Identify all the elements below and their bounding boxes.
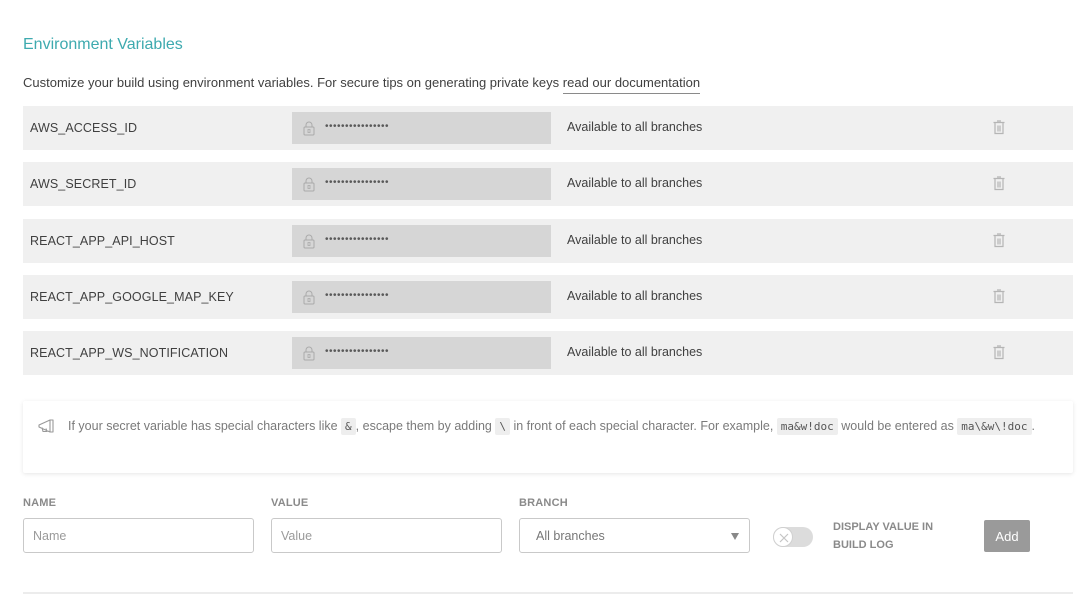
documentation-link[interactable]: read our documentation [562, 75, 701, 94]
env-var-branch: Available to all branches [567, 120, 703, 134]
masked-value: •••••••••••••••• [325, 289, 390, 301]
notice-text-part: , escape them by adding [355, 419, 496, 433]
env-var-name: AWS_SECRET_ID [30, 177, 137, 192]
notice-text-part: in front of each special character. For … [509, 419, 777, 433]
env-var-branch: Available to all branches [567, 232, 703, 247]
description-text: Customize your build using environment v… [23, 75, 563, 90]
section-description: Customize your build using environment v… [23, 75, 701, 94]
env-var-name: AWS_ACCESS_ID [30, 121, 138, 135]
env-var-name: REACT_APP_WS_NOTIFICATION [30, 346, 229, 361]
env-var-row: REACT_APP_API_HOST •••••••••••••••• Avai… [23, 218, 1073, 263]
env-var-value: •••••••••••••••• [292, 224, 551, 257]
toggle-knob [773, 527, 793, 547]
trash-icon[interactable] [992, 288, 1006, 304]
name-input[interactable] [23, 518, 254, 553]
value-input[interactable] [271, 518, 502, 553]
branch-select-value: All branches [536, 529, 605, 543]
env-var-value: •••••••••••••••• [292, 280, 551, 313]
section-title: Environment Variables [23, 36, 183, 53]
code-escaped-example: ma\&w\!doc [957, 418, 1032, 435]
env-var-value: •••••••••••••••• [292, 168, 551, 201]
env-var-list: AWS_ACCESS_ID •••••••••••••••• Available… [23, 106, 1073, 387]
trash-icon[interactable] [992, 232, 1006, 248]
env-var-name: REACT_APP_GOOGLE_MAP_KEY [30, 289, 234, 304]
trash-icon[interactable] [992, 344, 1006, 360]
env-vars-page: Environment Variables Customize your bui… [0, 0, 1088, 600]
megaphone-icon [38, 419, 54, 433]
special-characters-notice: If your secret variable has special char… [23, 401, 1073, 473]
lock-icon [303, 121, 315, 136]
name-label: NAME [23, 497, 57, 509]
notice-text-part: would be entered as [837, 419, 958, 433]
code-example: ma&w!doc [776, 418, 838, 435]
lock-icon [303, 290, 315, 305]
notice-text: If your secret variable has special char… [68, 416, 1058, 437]
trash-icon[interactable] [992, 175, 1006, 191]
masked-value: •••••••••••••••• [325, 346, 390, 358]
lock-icon [303, 177, 315, 192]
env-var-branch: Available to all branches [567, 345, 703, 360]
value-label: VALUE [271, 497, 309, 509]
display-value-toggle[interactable] [773, 527, 813, 547]
add-button[interactable]: Add [984, 520, 1030, 552]
env-var-row: REACT_APP_GOOGLE_MAP_KEY •••••••••••••••… [23, 274, 1073, 319]
branch-select[interactable]: All branches [519, 518, 750, 553]
env-var-branch: Available to all branches [567, 288, 703, 303]
notice-text-part: If your secret variable has special char… [68, 419, 342, 433]
code-backslash: \ [495, 418, 510, 435]
lock-icon [303, 346, 315, 361]
display-value-label: DISPLAY VALUE IN BUILD LOG [833, 521, 934, 551]
lock-icon [303, 234, 315, 249]
divider [23, 592, 1073, 594]
env-var-row: AWS_SECRET_ID •••••••••••••••• Available… [23, 162, 1073, 207]
env-var-value: •••••••••••••••• [292, 337, 551, 370]
env-var-branch: Available to all branches [567, 176, 703, 191]
trash-icon[interactable] [992, 119, 1006, 135]
env-var-name: REACT_APP_API_HOST [30, 233, 175, 248]
masked-value: •••••••••••••••• [325, 121, 390, 132]
code-ampersand: & [341, 418, 356, 435]
env-var-row: REACT_APP_WS_NOTIFICATION ••••••••••••••… [23, 331, 1073, 376]
masked-value: •••••••••••••••• [325, 177, 390, 189]
caret-down-icon [731, 533, 739, 540]
masked-value: •••••••••••••••• [325, 233, 390, 245]
env-var-value: •••••••••••••••• [292, 112, 551, 144]
notice-text-part: . [1031, 419, 1036, 433]
env-var-row: AWS_ACCESS_ID •••••••••••••••• Available… [23, 106, 1073, 150]
branch-label: BRANCH [519, 497, 568, 509]
x-icon [779, 533, 789, 543]
